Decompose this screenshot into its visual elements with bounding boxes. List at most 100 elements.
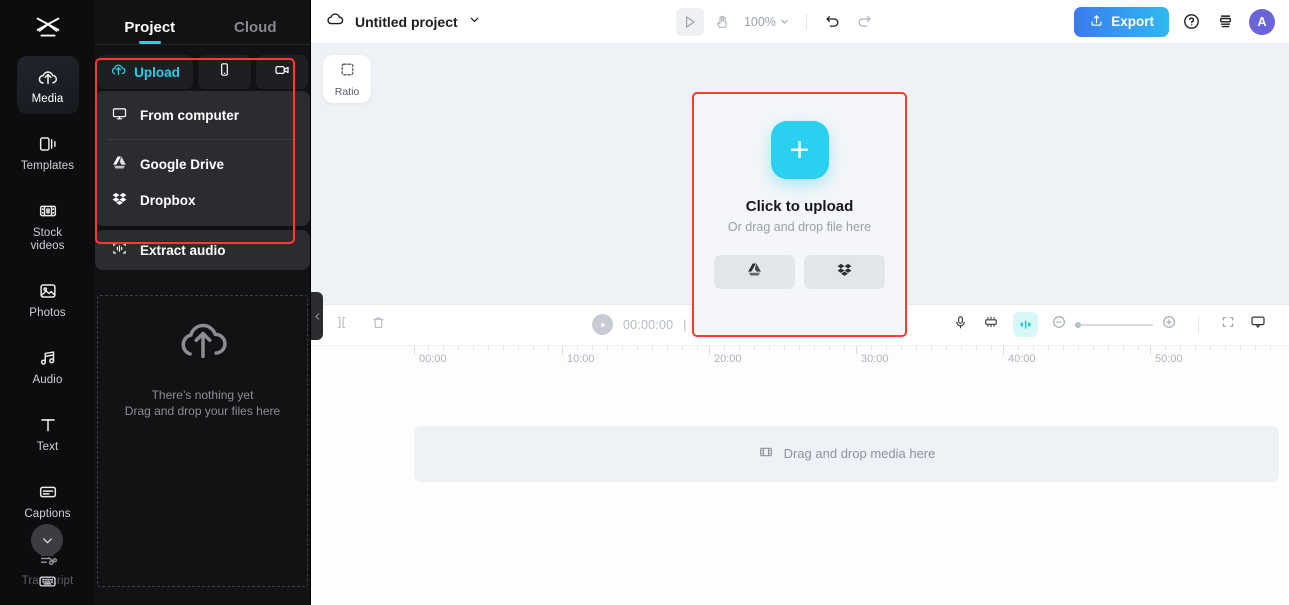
undo-button[interactable] — [819, 8, 847, 36]
chevron-down-icon — [781, 19, 788, 24]
select-tool-button[interactable] — [675, 7, 704, 36]
ruler-label: 40:00 — [1008, 352, 1036, 365]
ruler-label: 10:00 — [567, 352, 595, 365]
upload-share-icon — [1089, 13, 1104, 31]
upload-card-title: Click to upload — [745, 198, 854, 215]
cloud-upload-icon — [110, 61, 127, 83]
markers-button[interactable] — [982, 313, 1000, 336]
hand-tool-button[interactable] — [708, 8, 736, 36]
left-rail: Media Templates Stock videos Photos Audi… — [0, 0, 95, 605]
sidebar-item-audio[interactable]: Audio — [17, 337, 79, 395]
timeline[interactable]: 00:00 10:00 20:00 30:00 40:00 50:00 Drag… — [311, 345, 1289, 605]
tab-cloud[interactable]: Cloud — [203, 19, 309, 44]
upload-tab-label: Upload — [134, 64, 180, 80]
avatar[interactable]: A — [1248, 8, 1275, 35]
fullscreen-button[interactable] — [1220, 314, 1236, 335]
add-media-button[interactable]: + — [770, 121, 829, 179]
panel-collapse-handle[interactable] — [311, 292, 323, 340]
click-to-upload-card[interactable]: + Click to upload Or drag and drop file … — [694, 94, 905, 335]
menu-item-label: Dropbox — [140, 192, 196, 208]
microphone-button[interactable] — [952, 314, 969, 336]
dropbox-button[interactable] — [804, 255, 885, 289]
google-drive-icon — [111, 154, 128, 174]
upload-from-phone-tab[interactable] — [198, 55, 251, 89]
sidebar-item-photos[interactable]: Photos — [17, 270, 79, 328]
dropbox-icon — [111, 190, 128, 210]
magnet-snap-icon — [1020, 320, 1031, 329]
plus-icon: + — [789, 131, 810, 169]
panel-tab-bar: Project Cloud — [95, 0, 310, 44]
sidebar-item-stock-videos[interactable]: Stock videos — [17, 190, 79, 261]
delete-button[interactable] — [370, 314, 387, 336]
upload-tab-button[interactable]: Upload — [97, 55, 193, 89]
zoom-level-dropdown[interactable]: 100% — [744, 15, 790, 29]
toolbar-divider — [805, 13, 807, 30]
google-drive-button[interactable] — [714, 255, 795, 289]
play-button[interactable] — [592, 314, 613, 335]
chevron-down-icon[interactable] — [468, 13, 481, 31]
preview-mode-button[interactable] — [1249, 313, 1267, 336]
ratio-button[interactable]: Ratio — [323, 55, 371, 103]
zoom-in-button[interactable] — [1161, 314, 1177, 335]
text-t-icon — [37, 413, 59, 437]
sidebar-item-label: Templates — [20, 160, 75, 172]
dashed-square-icon — [339, 61, 356, 83]
zoom-level-value: 100% — [743, 14, 776, 29]
sidebar-item-captions[interactable]: Captions — [17, 471, 79, 529]
keyboard-icon[interactable] — [37, 571, 58, 597]
main-area: Untitled project 100% Export A Ratio + C… — [311, 0, 1289, 605]
zoom-out-button[interactable] — [1051, 314, 1067, 335]
panel-divider — [95, 44, 310, 45]
video-editor-app: Media Templates Stock videos Photos Audi… — [0, 0, 1289, 605]
redo-button[interactable] — [851, 8, 879, 36]
sidebar-item-label: Photos — [29, 307, 66, 319]
media-empty-state[interactable]: There’s nothing yet Drag and drop your f… — [97, 295, 308, 587]
tab-project[interactable]: Project — [97, 19, 203, 44]
menu-item-dropbox[interactable]: Dropbox — [95, 182, 310, 218]
upload-source-tabs: Upload — [95, 55, 310, 89]
cloud-upload-icon — [175, 312, 231, 373]
menu-item-label: Extract audio — [140, 242, 226, 258]
play-icon — [600, 321, 605, 328]
upload-card-subtitle: Or drag and drop file here — [727, 220, 872, 234]
dropbox-icon — [836, 261, 853, 283]
sidebar-item-label: Media — [31, 93, 64, 105]
capcut-logo-icon — [36, 17, 59, 37]
help-button[interactable] — [1181, 11, 1203, 33]
drop-track-hint: Drag and drop media here — [783, 446, 936, 461]
record-camera-tab[interactable] — [255, 55, 308, 89]
sidebar-item-media[interactable]: Media — [16, 56, 79, 114]
sidebar-item-label: Stock videos — [30, 227, 65, 252]
timeline-ruler[interactable]: 00:00 10:00 20:00 30:00 40:00 50:00 — [311, 345, 1289, 374]
sidebar-item-text[interactable]: Text — [17, 404, 79, 462]
menu-item-from-computer[interactable]: From computer — [95, 97, 310, 133]
zoom-slider-group — [1051, 314, 1177, 335]
preview-stage: Ratio + Click to upload Or drag and drop… — [311, 44, 1289, 337]
zoom-slider-thumb[interactable] — [1074, 321, 1081, 328]
ruler-label: 30:00 — [861, 352, 889, 365]
project-title-group[interactable]: Untitled project — [325, 9, 481, 34]
menu-item-google-drive[interactable]: Google Drive — [95, 146, 310, 182]
sidebar-item-label: Text — [36, 441, 59, 453]
snap-button[interactable] — [1012, 312, 1038, 337]
image-icon — [37, 279, 59, 303]
sidebar-item-templates[interactable]: Templates — [17, 123, 79, 181]
sidebar-item-label: Audio — [32, 374, 63, 386]
question-circle-icon — [1184, 14, 1200, 29]
ratio-button-label: Ratio — [334, 85, 360, 98]
ruler-label: 00:00 — [419, 352, 447, 365]
menu-separator — [107, 139, 298, 140]
ruler-label: 20:00 — [714, 352, 742, 365]
extract-audio-icon — [111, 240, 128, 260]
current-time: 00:00:00 — [623, 317, 674, 332]
rail-item-list: Media Templates Stock videos Photos Audi… — [0, 56, 95, 605]
split-clip-button[interactable] — [333, 314, 350, 336]
app-logo — [0, 0, 95, 56]
export-button[interactable]: Export — [1074, 6, 1169, 37]
topbar-actions: Export A — [1074, 6, 1275, 37]
layers-button[interactable] — [1215, 11, 1237, 33]
zoom-slider[interactable] — [1074, 321, 1153, 328]
menu-item-extract-audio[interactable]: Extract audio — [95, 230, 310, 270]
media-drop-track[interactable]: Drag and drop media here — [414, 425, 1279, 482]
rail-collapse-button[interactable] — [31, 524, 63, 556]
